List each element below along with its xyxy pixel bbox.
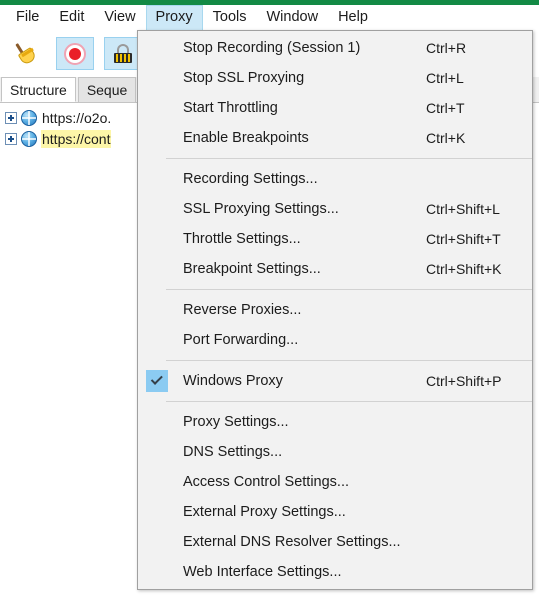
menubar-item-tools[interactable]: Tools <box>203 5 257 31</box>
menu-item-web-interface-settings[interactable]: Web Interface Settings... <box>138 557 532 587</box>
menu-item-shortcut: Ctrl+T <box>426 100 465 116</box>
menu-item-label: Enable Breakpoints <box>183 130 309 146</box>
menu-item-recording-settings[interactable]: Recording Settings... <box>138 164 532 194</box>
menu-item-label: DNS Settings... <box>183 444 283 460</box>
menu-item-label: Stop Recording (Session 1) <box>183 40 361 56</box>
menu-item-shortcut: Ctrl+Shift+K <box>426 261 502 277</box>
menubar-item-proxy[interactable]: Proxy <box>145 4 203 31</box>
menubar-item-window[interactable]: Window <box>256 5 328 31</box>
menubar-item-file[interactable]: File <box>6 5 49 31</box>
proxy-menu-dropdown[interactable]: Stop Recording (Session 1) Ctrl+R Stop SSL… <box>137 30 533 590</box>
tab-structure[interactable]: Structure <box>1 77 76 102</box>
globe-icon <box>21 130 37 147</box>
menubar-item-help[interactable]: Help <box>328 5 378 31</box>
tree-row-label: https://cont <box>41 129 112 148</box>
menu-item-label: Web Interface Settings... <box>183 564 342 580</box>
menu-item-access-control-settings[interactable]: Access Control Settings... <box>138 467 532 497</box>
menubar-item-view[interactable]: View <box>94 5 145 31</box>
menu-item-label: External Proxy Settings... <box>183 504 346 520</box>
menu-item-shortcut: Ctrl+Shift+T <box>426 231 501 247</box>
menu-item-shortcut: Ctrl+K <box>426 130 466 146</box>
menu-item-stop-ssl-proxying[interactable]: Stop SSL Proxying Ctrl+L <box>138 63 532 93</box>
menu-item-enable-breakpoints[interactable]: Enable Breakpoints Ctrl+K <box>138 123 532 153</box>
clear-session-button[interactable] <box>8 37 46 70</box>
menu-item-reverse-proxies[interactable]: Reverse Proxies... <box>138 295 532 325</box>
menu-separator <box>166 158 532 159</box>
menu-separator <box>166 360 532 361</box>
menu-item-label: Stop SSL Proxying <box>183 70 305 86</box>
menu-item-shortcut: Ctrl+L <box>426 70 464 86</box>
menu-separator <box>166 401 532 402</box>
menu-item-external-proxy-settings[interactable]: External Proxy Settings... <box>138 497 532 527</box>
menu-item-label: External DNS Resolver Settings... <box>183 534 401 550</box>
expand-plus-icon[interactable] <box>5 132 17 145</box>
menu-separator <box>166 289 532 290</box>
menu-item-label: Recording Settings... <box>183 171 318 187</box>
globe-icon <box>21 109 37 126</box>
menubar-item-edit[interactable]: Edit <box>49 5 94 31</box>
menu-item-label: Access Control Settings... <box>183 474 350 490</box>
menu-item-shortcut: Ctrl+R <box>426 40 467 56</box>
menu-item-label: Port Forwarding... <box>183 332 299 348</box>
broom-icon <box>14 41 40 67</box>
menu-item-dns-settings[interactable]: DNS Settings... <box>138 437 532 467</box>
menu-item-shortcut: Ctrl+Shift+L <box>426 201 500 217</box>
menu-item-label: Start Throttling <box>183 100 278 116</box>
expand-plus-icon[interactable] <box>5 111 17 124</box>
lock-icon <box>112 42 134 66</box>
menu-item-breakpoint-settings[interactable]: Breakpoint Settings... Ctrl+Shift+K <box>138 254 532 284</box>
menu-item-port-forwarding[interactable]: Port Forwarding... <box>138 325 532 355</box>
menu-item-proxy-settings[interactable]: Proxy Settings... <box>138 407 532 437</box>
record-toggle-button[interactable] <box>56 37 94 70</box>
application-window: File Edit View Proxy Tools Window Help Structu <box>0 0 539 602</box>
menu-item-start-throttling[interactable]: Start Throttling Ctrl+T <box>138 93 532 123</box>
menu-item-stop-recording-session-1[interactable]: Stop Recording (Session 1) Ctrl+R <box>138 33 532 63</box>
tab-seque[interactable]: Seque <box>77 77 137 102</box>
tree-row-label: https://o2o. <box>42 109 112 126</box>
menu-item-throttle-settings[interactable]: Throttle Settings... Ctrl+Shift+T <box>138 224 532 254</box>
menu-item-external-dns-resolver-settings[interactable]: External DNS Resolver Settings... <box>138 527 532 557</box>
menu-bar: File Edit View Proxy Tools Window Help <box>0 4 539 31</box>
menu-item-label: Reverse Proxies... <box>183 302 302 318</box>
record-icon <box>63 42 87 66</box>
check-icon <box>146 370 168 392</box>
menu-item-label: Proxy Settings... <box>183 414 289 430</box>
menu-item-shortcut: Ctrl+Shift+P <box>426 373 502 389</box>
menu-item-windows-proxy[interactable]: Windows Proxy Ctrl+Shift+P <box>138 366 532 396</box>
menu-item-ssl-proxying-settings[interactable]: SSL Proxying Settings... Ctrl+Shift+L <box>138 194 532 224</box>
